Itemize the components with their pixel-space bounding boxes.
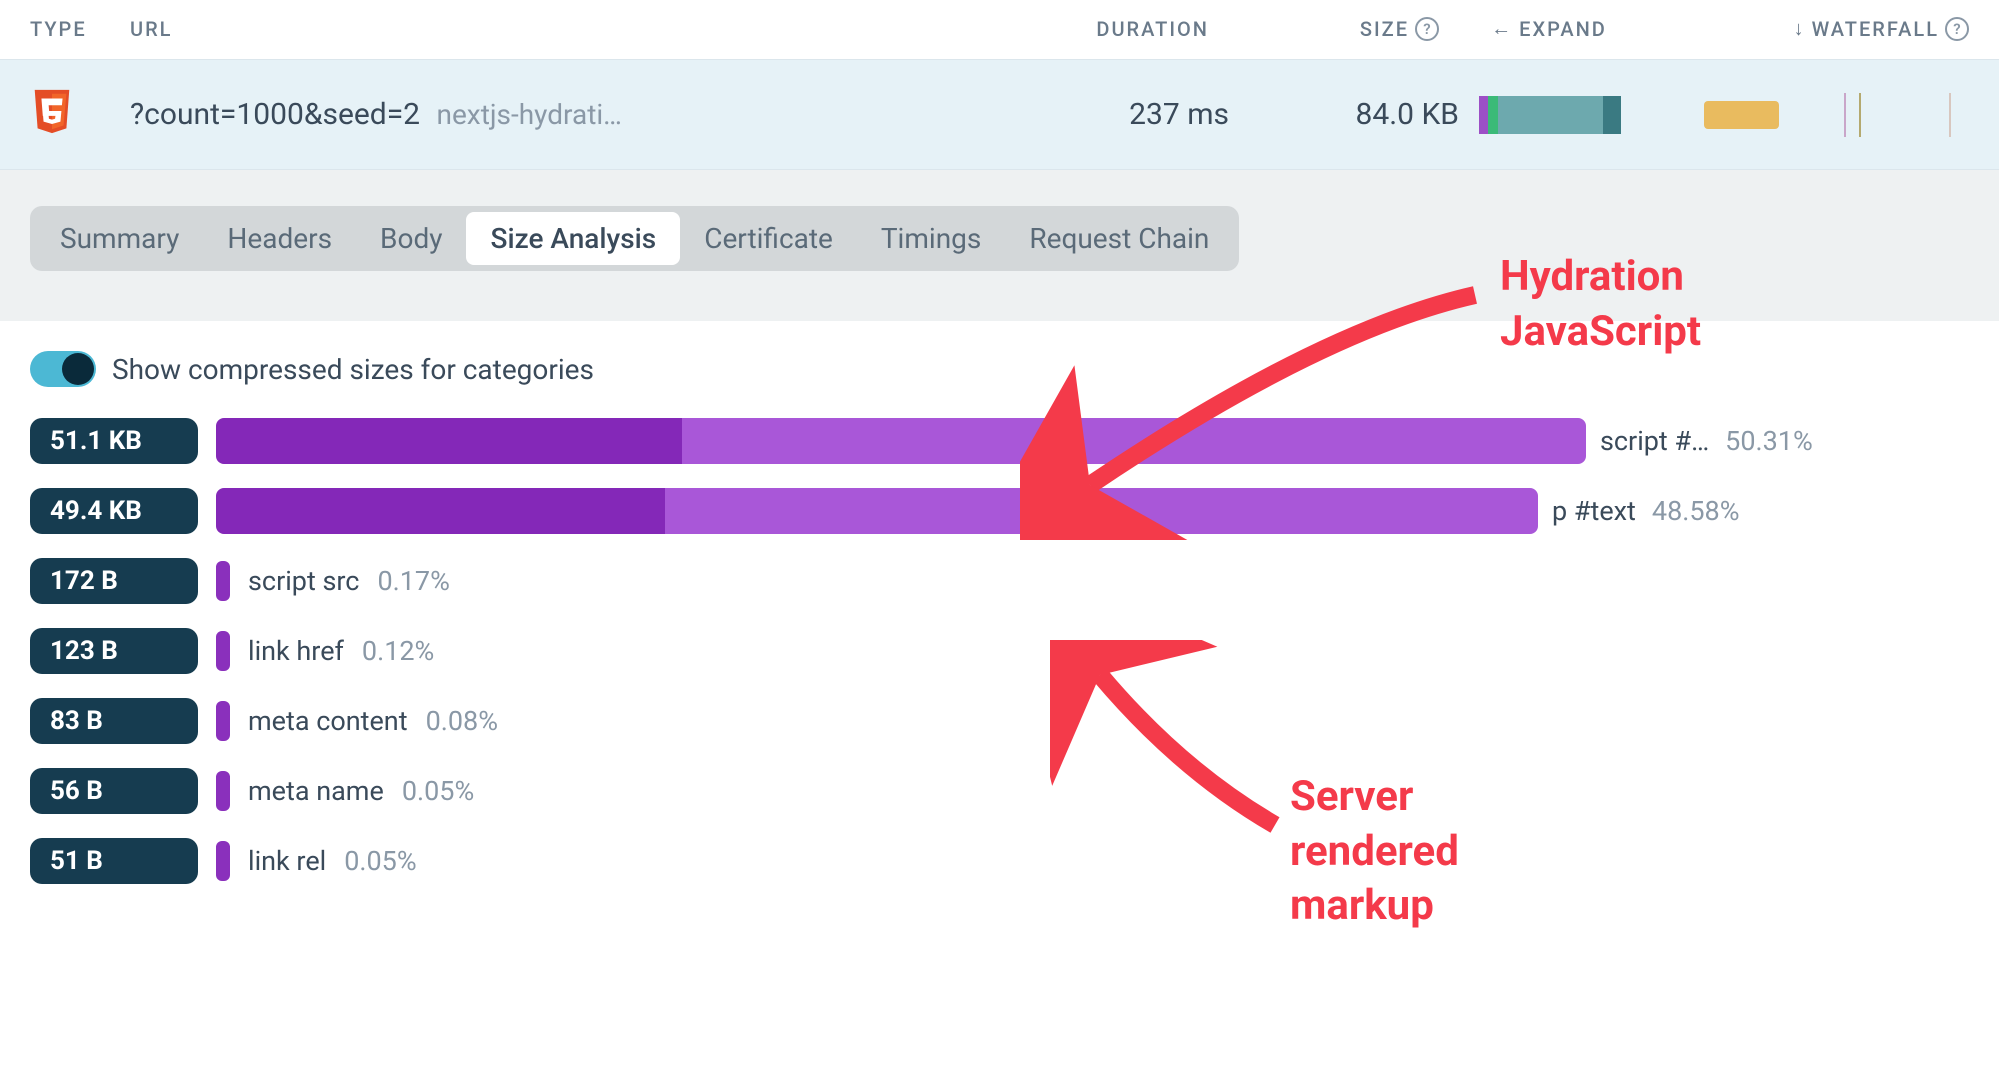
size-badge: 172 B — [30, 558, 198, 604]
header-expand[interactable]: ← EXPAND — [1439, 16, 1659, 41]
waterfall-mini — [1659, 93, 1969, 137]
size-badge: 83 B — [30, 698, 198, 744]
size-row: 83 B meta content 0.08% — [30, 697, 1969, 745]
tab-certificate[interactable]: Certificate — [680, 212, 857, 265]
header-waterfall[interactable]: ↓ WATERFALL ? — [1659, 16, 1969, 41]
toggle-knob — [62, 353, 94, 385]
tab-timings[interactable]: Timings — [857, 212, 1006, 265]
size-row: 49.4 KB p #text 48.58% — [30, 487, 1969, 535]
size-bar: p #text 48.58% — [216, 488, 1969, 534]
request-row[interactable]: ?count=1000&seed=2 nextjs-hydrati… 237 m… — [0, 59, 1999, 170]
tabs: SummaryHeadersBodySize AnalysisCertifica… — [30, 206, 1239, 271]
size-row: 56 B meta name 0.05% — [30, 767, 1969, 815]
header-duration[interactable]: DURATION — [959, 17, 1209, 41]
size-breakdown-mini — [1459, 93, 1659, 137]
row-percentage: 0.05% — [344, 845, 416, 877]
tabs-container: SummaryHeadersBodySize AnalysisCertifica… — [0, 170, 1999, 321]
row-label: p #text — [1552, 495, 1636, 527]
size-row: 51.1 KB script #… 50.31% — [30, 417, 1969, 465]
row-percentage: 0.17% — [377, 565, 449, 597]
size-badge: 56 B — [30, 768, 198, 814]
size-badge: 51.1 KB — [30, 418, 198, 464]
arrow-left-icon: ← — [1491, 16, 1513, 41]
size-badge: 123 B — [30, 628, 198, 674]
row-percentage: 50.31% — [1725, 425, 1813, 457]
row-label: link rel — [248, 845, 326, 877]
header-size-label: SIZE — [1360, 17, 1409, 41]
compressed-sizes-toggle[interactable] — [30, 351, 96, 387]
help-icon[interactable]: ? — [1945, 17, 1969, 41]
request-url: ?count=1000&seed=2 — [130, 97, 420, 132]
tab-headers[interactable]: Headers — [203, 212, 356, 265]
size-bar — [216, 841, 230, 881]
row-percentage: 0.12% — [362, 635, 434, 667]
row-label: script src — [248, 565, 359, 597]
row-label: link href — [248, 635, 344, 667]
row-label: script #… — [1600, 425, 1709, 457]
header-expand-label: EXPAND — [1519, 17, 1607, 41]
size-bar — [216, 771, 230, 811]
tab-size-analysis[interactable]: Size Analysis — [466, 212, 680, 265]
tab-body[interactable]: Body — [356, 212, 466, 265]
tab-summary[interactable]: Summary — [36, 212, 203, 265]
size-badge: 49.4 KB — [30, 488, 198, 534]
header-url[interactable]: URL — [130, 17, 959, 41]
size-analysis-panel: Show compressed sizes for categories 51.… — [0, 321, 1999, 885]
request-size: 84.0 KB — [1356, 97, 1459, 132]
row-label: meta content — [248, 705, 408, 737]
size-row: 51 B link rel 0.05% — [30, 837, 1969, 885]
arrow-down-icon: ↓ — [1794, 16, 1806, 41]
row-percentage: 0.08% — [426, 705, 498, 737]
size-bar — [216, 701, 230, 741]
row-percentage: 48.58% — [1652, 495, 1740, 527]
html5-icon — [30, 88, 74, 136]
size-row: 123 B link href 0.12% — [30, 627, 1969, 675]
header-size[interactable]: SIZE ? — [1209, 17, 1439, 41]
size-bar: script #… 50.31% — [216, 418, 1969, 464]
tab-request-chain[interactable]: Request Chain — [1005, 212, 1233, 265]
column-headers: TYPE URL DURATION SIZE ? ← EXPAND ↓ WATE… — [0, 0, 1999, 59]
header-type[interactable]: TYPE — [30, 17, 130, 41]
toggle-row: Show compressed sizes for categories — [30, 351, 1969, 387]
request-url-sub: nextjs-hydrati… — [437, 98, 622, 131]
row-label: meta name — [248, 775, 384, 807]
size-bar — [216, 561, 230, 601]
help-icon[interactable]: ? — [1415, 17, 1439, 41]
header-waterfall-label: WATERFALL — [1812, 17, 1939, 41]
size-row: 172 B script src 0.17% — [30, 557, 1969, 605]
toggle-label: Show compressed sizes for categories — [112, 353, 594, 386]
request-duration: 237 ms — [1129, 97, 1229, 132]
row-percentage: 0.05% — [402, 775, 474, 807]
size-bar — [216, 631, 230, 671]
size-badge: 51 B — [30, 838, 198, 884]
